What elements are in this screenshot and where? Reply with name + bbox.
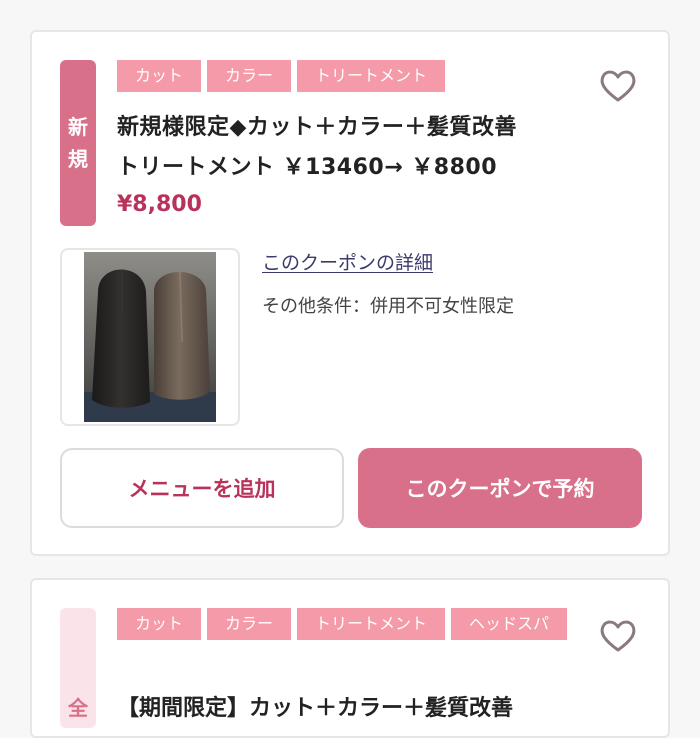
- coupon-detail-link[interactable]: このクーポンの詳細: [262, 248, 433, 275]
- tag-cut: カット: [117, 60, 202, 92]
- tag-color: カラー: [207, 60, 292, 92]
- other-conditions: その他条件：併用不可女性限定: [262, 296, 514, 317]
- reserve-with-coupon-button[interactable]: このクーポンで予約: [358, 448, 642, 528]
- add-menu-button[interactable]: メニューを追加: [60, 448, 344, 528]
- category-tags: カット カラー トリートメント: [117, 60, 597, 92]
- hair-photo-image: [84, 252, 216, 422]
- badge-char: 新: [68, 115, 88, 139]
- tag-color: カラー: [207, 608, 292, 640]
- tag-treatment: トリートメント: [297, 60, 446, 92]
- new-customer-badge: 新 規: [60, 60, 96, 226]
- heart-icon[interactable]: [598, 616, 638, 656]
- tag-head-spa: ヘッドスパ: [451, 608, 568, 640]
- coupon-title: 新規様限定◆カット＋カラー＋髪質改善 トリートメント ￥13460→ ￥8800: [117, 108, 617, 188]
- coupon-photo: [60, 248, 240, 426]
- all-customer-badge: 全: [60, 608, 96, 728]
- coupon-title: 【期間限定】カット＋カラー＋髪質改善: [117, 696, 514, 721]
- category-tags: カット カラー トリートメント ヘッドスパ: [117, 608, 597, 640]
- coupon-price: ¥8,800: [117, 192, 202, 217]
- badge-char: 規: [68, 147, 88, 171]
- tag-treatment: トリートメント: [297, 608, 446, 640]
- coupon-card: 新 規 カット カラー トリートメント 新規様限定◆カット＋カラー＋髪質改善 ト…: [30, 30, 670, 556]
- heart-icon[interactable]: [598, 66, 638, 106]
- badge-char: 全: [68, 696, 88, 720]
- coupon-card: 全 カット カラー トリートメント ヘッドスパ 【期間限定】カット＋カラー＋髪質…: [30, 578, 670, 738]
- tag-cut: カット: [117, 608, 202, 640]
- coupon-title-line1: 新規様限定◆カット＋カラー＋髪質改善: [117, 115, 517, 140]
- coupon-title-line2: トリートメント ￥13460→ ￥8800: [117, 155, 498, 180]
